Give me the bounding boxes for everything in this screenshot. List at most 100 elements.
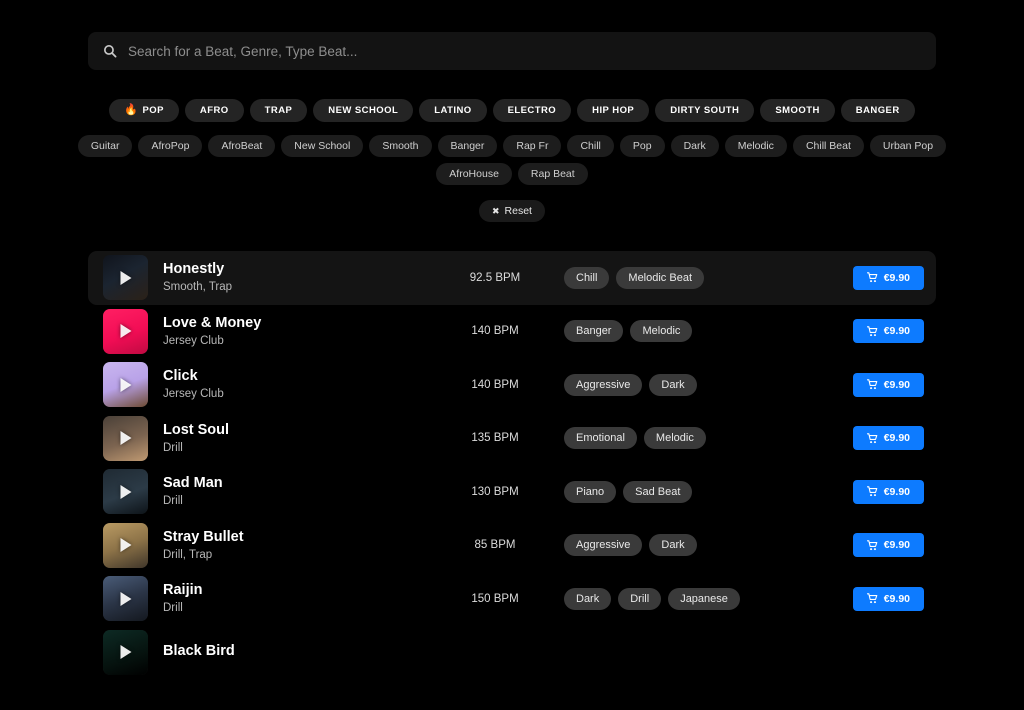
track-tag-banger[interactable]: Banger	[564, 320, 624, 343]
track-artwork[interactable]	[103, 522, 148, 568]
track-tag-japanese[interactable]: Japanese	[668, 587, 740, 610]
reset-button[interactable]: ✖ Reset	[479, 200, 545, 222]
track-bpm: 130 BPM	[471, 485, 519, 498]
buy-button[interactable]: €9.90	[852, 479, 924, 504]
track-artwork[interactable]	[103, 469, 148, 515]
track-row[interactable]: Raijin Drill 150 BPM Dark Drill Japanese €9.90	[88, 572, 936, 626]
subtag-guitar[interactable]: Guitar	[77, 135, 133, 157]
buy-button[interactable]: €9.90	[852, 426, 924, 451]
genre-pill-latino[interactable]: LATINO	[419, 99, 487, 122]
genre-pill-afro[interactable]: AFRO	[184, 99, 244, 122]
track-row[interactable]: Stray Bullet Drill, Trap 85 BPM Aggressive D…	[88, 519, 936, 573]
track-title[interactable]: Lost Soul	[163, 421, 435, 439]
buy-button[interactable]: €9.90	[852, 319, 924, 344]
play-icon[interactable]	[120, 431, 131, 446]
genre-pill-label: BANGER	[855, 105, 900, 116]
track-title[interactable]: Honestly	[163, 260, 435, 278]
subtag-smooth[interactable]: Smooth	[369, 135, 432, 157]
subtag-pop[interactable]: Pop	[619, 135, 665, 157]
track-tag-melodic-beat[interactable]: Melodic Beat	[616, 266, 704, 289]
track-row[interactable]: Black Bird	[88, 626, 936, 680]
track-row[interactable]: Click Jersey Club 140 BPM Aggressive Dark €9.…	[88, 358, 936, 412]
track-title[interactable]: Click	[163, 367, 435, 385]
play-icon[interactable]	[120, 377, 131, 392]
subtag-rap-fr[interactable]: Rap Fr	[503, 135, 562, 157]
track-artwork[interactable]	[103, 576, 148, 622]
buy-cell: €9.90	[824, 586, 924, 611]
genre-pill-new-school[interactable]: NEW SCHOOL	[313, 99, 414, 122]
track-artwork[interactable]	[103, 415, 148, 461]
buy-button[interactable]: €9.90	[852, 265, 924, 290]
track-row[interactable]: Sad Man Drill 130 BPM Piano Sad Beat €9.90	[88, 465, 936, 519]
subtag-new-school[interactable]: New School	[281, 135, 364, 157]
subtag-afrobeat[interactable]: AfroBeat	[208, 135, 276, 157]
subtag-melodic[interactable]: Melodic	[724, 135, 787, 157]
thumbnail-cell	[88, 255, 163, 301]
subtag-banger[interactable]: Banger	[437, 135, 498, 157]
buy-price: €9.90	[883, 378, 910, 391]
play-icon[interactable]	[120, 270, 131, 285]
subtag-chill-beat[interactable]: Chill Beat	[792, 135, 864, 157]
play-icon[interactable]	[120, 538, 131, 553]
play-icon[interactable]	[120, 645, 131, 660]
track-row[interactable]: Love & Money Jersey Club 140 BPM Banger Melo…	[88, 305, 936, 359]
buy-button[interactable]: €9.90	[852, 372, 924, 397]
track-title[interactable]: Sad Man	[163, 474, 435, 492]
subtag-urban-pop[interactable]: Urban Pop	[869, 135, 947, 157]
track-subtitle: Jersey Club	[163, 388, 224, 401]
buy-cell: €9.90	[824, 479, 924, 504]
track-artwork[interactable]	[103, 362, 148, 408]
subtag-chill[interactable]: Chill	[567, 135, 614, 157]
track-artwork[interactable]	[103, 629, 148, 675]
track-tag-sad-beat[interactable]: Sad Beat	[623, 480, 693, 503]
track-title[interactable]: Love & Money	[163, 314, 435, 332]
search-bar[interactable]	[88, 32, 936, 70]
track-tag-emotional[interactable]: Emotional	[564, 427, 637, 450]
track-row[interactable]: Lost Soul Drill 135 BPM Emotional Melodic €9.…	[88, 412, 936, 466]
buy-button[interactable]: €9.90	[852, 533, 924, 558]
genre-pill-smooth[interactable]: SMOOTH	[760, 99, 835, 122]
track-tag-aggressive[interactable]: Aggressive	[564, 373, 643, 396]
track-list[interactable]: Honestly Smooth, Trap 92.5 BPM Chill Melodic…	[0, 251, 1024, 706]
track-title[interactable]: Stray Bullet	[163, 528, 435, 546]
track-artwork[interactable]	[103, 308, 148, 354]
genre-pill-electro[interactable]: ELECTRO	[492, 99, 572, 122]
subtag-afrohouse[interactable]: AfroHouse	[436, 163, 512, 185]
search-section	[0, 0, 1024, 70]
track-tag-drill[interactable]: Drill	[618, 587, 662, 610]
genre-pill-dirty-south[interactable]: DIRTY SOUTH	[655, 99, 755, 122]
play-icon[interactable]	[120, 484, 131, 499]
track-subtitle: Drill	[163, 602, 183, 615]
track-tag-melodic[interactable]: Melodic	[643, 427, 706, 450]
genre-pill-pop[interactable]: 🔥 POP	[109, 99, 179, 122]
track-tag-dark[interactable]: Dark	[649, 373, 697, 396]
track-tag-melodic[interactable]: Melodic	[630, 320, 693, 343]
search-input[interactable]	[128, 43, 921, 59]
track-tag-piano[interactable]: Piano	[564, 480, 617, 503]
track-row[interactable]: Honestly Smooth, Trap 92.5 BPM Chill Melodic…	[88, 251, 936, 305]
track-bpm: 150 BPM	[471, 592, 519, 605]
track-artwork[interactable]	[103, 255, 148, 301]
track-title[interactable]: Raijin	[163, 581, 435, 599]
subtag-row: AfroHouse Rap Beat	[0, 163, 1024, 185]
track-meta: Black Bird	[163, 642, 435, 663]
subtag-afropop[interactable]: AfroPop	[138, 135, 203, 157]
buy-cell: €9.90	[824, 319, 924, 344]
track-tags: Banger Melodic	[555, 320, 824, 343]
genre-pill-hip-hop[interactable]: HIP HOP	[577, 99, 650, 122]
genre-pill-trap[interactable]: TRAP	[249, 99, 308, 122]
genre-pill-banger[interactable]: BANGER	[840, 99, 915, 122]
play-icon[interactable]	[120, 591, 131, 606]
subtag-filter-rows: Guitar AfroPop AfroBeat New School Smooth Ban…	[0, 135, 1024, 185]
track-tag-chill[interactable]: Chill	[564, 266, 610, 289]
buy-button[interactable]: €9.90	[852, 586, 924, 611]
track-tag-dark[interactable]: Dark	[649, 534, 697, 557]
subtag-dark[interactable]: Dark	[670, 135, 719, 157]
track-tag-aggressive[interactable]: Aggressive	[564, 534, 643, 557]
track-tag-dark[interactable]: Dark	[564, 587, 612, 610]
subtag-rap-beat[interactable]: Rap Beat	[517, 163, 588, 185]
play-icon[interactable]	[120, 324, 131, 339]
track-bpm: 140 BPM	[471, 325, 519, 338]
track-title[interactable]: Black Bird	[163, 642, 435, 660]
track-meta: Lost Soul Drill	[163, 421, 435, 456]
